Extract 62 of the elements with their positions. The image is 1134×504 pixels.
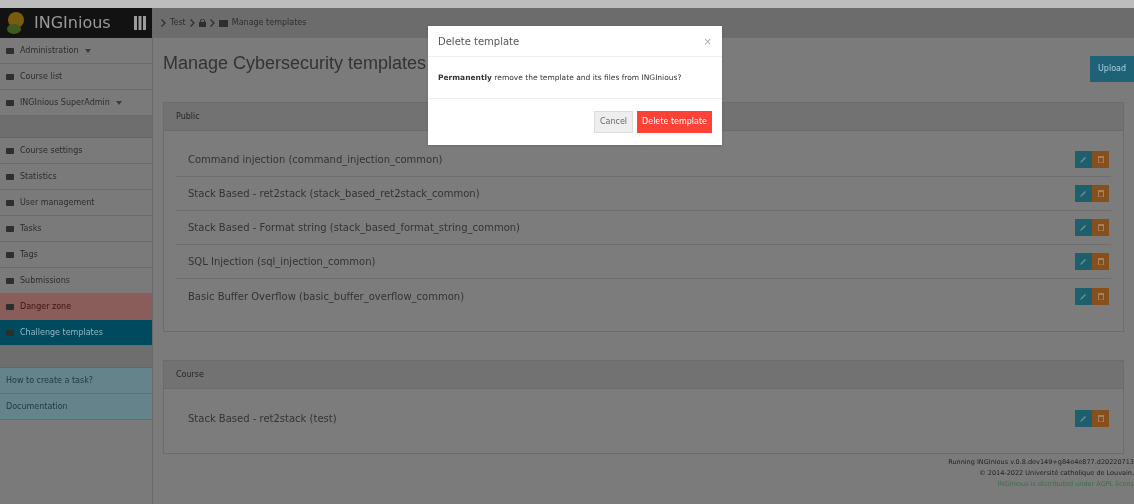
sidebar-item[interactable]: Documentation — [0, 394, 152, 420]
trash-icon — [1097, 258, 1104, 265]
edit-button[interactable] — [1075, 151, 1092, 168]
menu-item-icon — [6, 224, 14, 233]
trash-icon — [1097, 292, 1104, 300]
edit-button[interactable] — [1075, 185, 1092, 202]
sidebar-item[interactable]: Challenge templates — [0, 320, 152, 346]
template-name: Command injection (command_injection_common) — [188, 153, 444, 167]
chevron-icon — [161, 19, 166, 27]
delete-button[interactable] — [1092, 185, 1109, 202]
chevron-icon — [209, 19, 215, 27]
menu-item-icon — [6, 250, 14, 259]
delete-button[interactable] — [1092, 287, 1109, 305]
template-name: SQL Injection (sql_injection_common) — [188, 255, 377, 269]
delete-button[interactable] — [1092, 151, 1109, 168]
pencil-icon — [1080, 414, 1087, 422]
delete-button[interactable] — [1092, 253, 1109, 270]
template-name: Stack Based - ret2stack (stack_based_ret2stack_common) — [188, 187, 481, 201]
list-icon — [218, 19, 228, 27]
pencil-icon — [1080, 292, 1087, 300]
trash-icon — [1097, 190, 1104, 197]
delete-button[interactable] — [1092, 219, 1109, 236]
upload-button[interactable]: Upload — [1089, 56, 1134, 82]
menu-item-icon — [6, 276, 14, 285]
menu-item-icon — [6, 328, 14, 337]
pencil-icon — [1080, 258, 1087, 265]
trash-icon — [1097, 156, 1104, 163]
edit-button[interactable] — [1075, 253, 1092, 270]
chevron-icon — [189, 19, 195, 27]
menu-item-icon — [6, 172, 14, 181]
menu-item-icon — [6, 46, 14, 55]
caret-icon — [115, 100, 122, 105]
menu-item-icon — [6, 98, 14, 107]
template-name: Stack Based - ret2stack (test) — [188, 411, 338, 426]
trash-icon — [1097, 224, 1104, 231]
logo-icon — [6, 11, 26, 35]
cancel-button[interactable]: Cancel — [593, 111, 634, 133]
edit-button[interactable] — [1075, 409, 1092, 427]
panel-header: Course — [164, 361, 1123, 389]
pencil-icon — [1080, 224, 1087, 231]
template-name: Stack Based - Format string (stack_based_format_string_common) — [188, 221, 521, 235]
menu-item-icon — [6, 198, 14, 207]
delete-template-button[interactable]: Delete template — [637, 111, 712, 133]
delete-button[interactable] — [1092, 409, 1109, 427]
menu-icon[interactable] — [134, 16, 146, 30]
sidebar-item[interactable]: Danger zone — [0, 294, 152, 320]
caret-icon — [84, 48, 91, 53]
lock-icon — [198, 19, 206, 27]
edit-button[interactable] — [1075, 287, 1092, 305]
menu-item-icon — [6, 302, 14, 311]
dialog-title: Delete template — [438, 34, 520, 49]
template-name: Basic Buffer Overflow (basic_buffer_overflow_common) — [188, 289, 466, 304]
pencil-icon — [1080, 190, 1087, 197]
close-button[interactable]: × — [703, 33, 712, 49]
menu-item-icon — [6, 146, 14, 155]
menu-item-icon — [6, 72, 14, 81]
breadcrumb-link[interactable]: Test — [170, 17, 186, 29]
brand-name: INGInious — [34, 12, 112, 34]
edit-button[interactable] — [1075, 219, 1092, 236]
page-title: Manage Cybersecurity templates — [163, 52, 427, 75]
trash-icon — [1097, 414, 1104, 422]
pencil-icon — [1080, 156, 1087, 163]
